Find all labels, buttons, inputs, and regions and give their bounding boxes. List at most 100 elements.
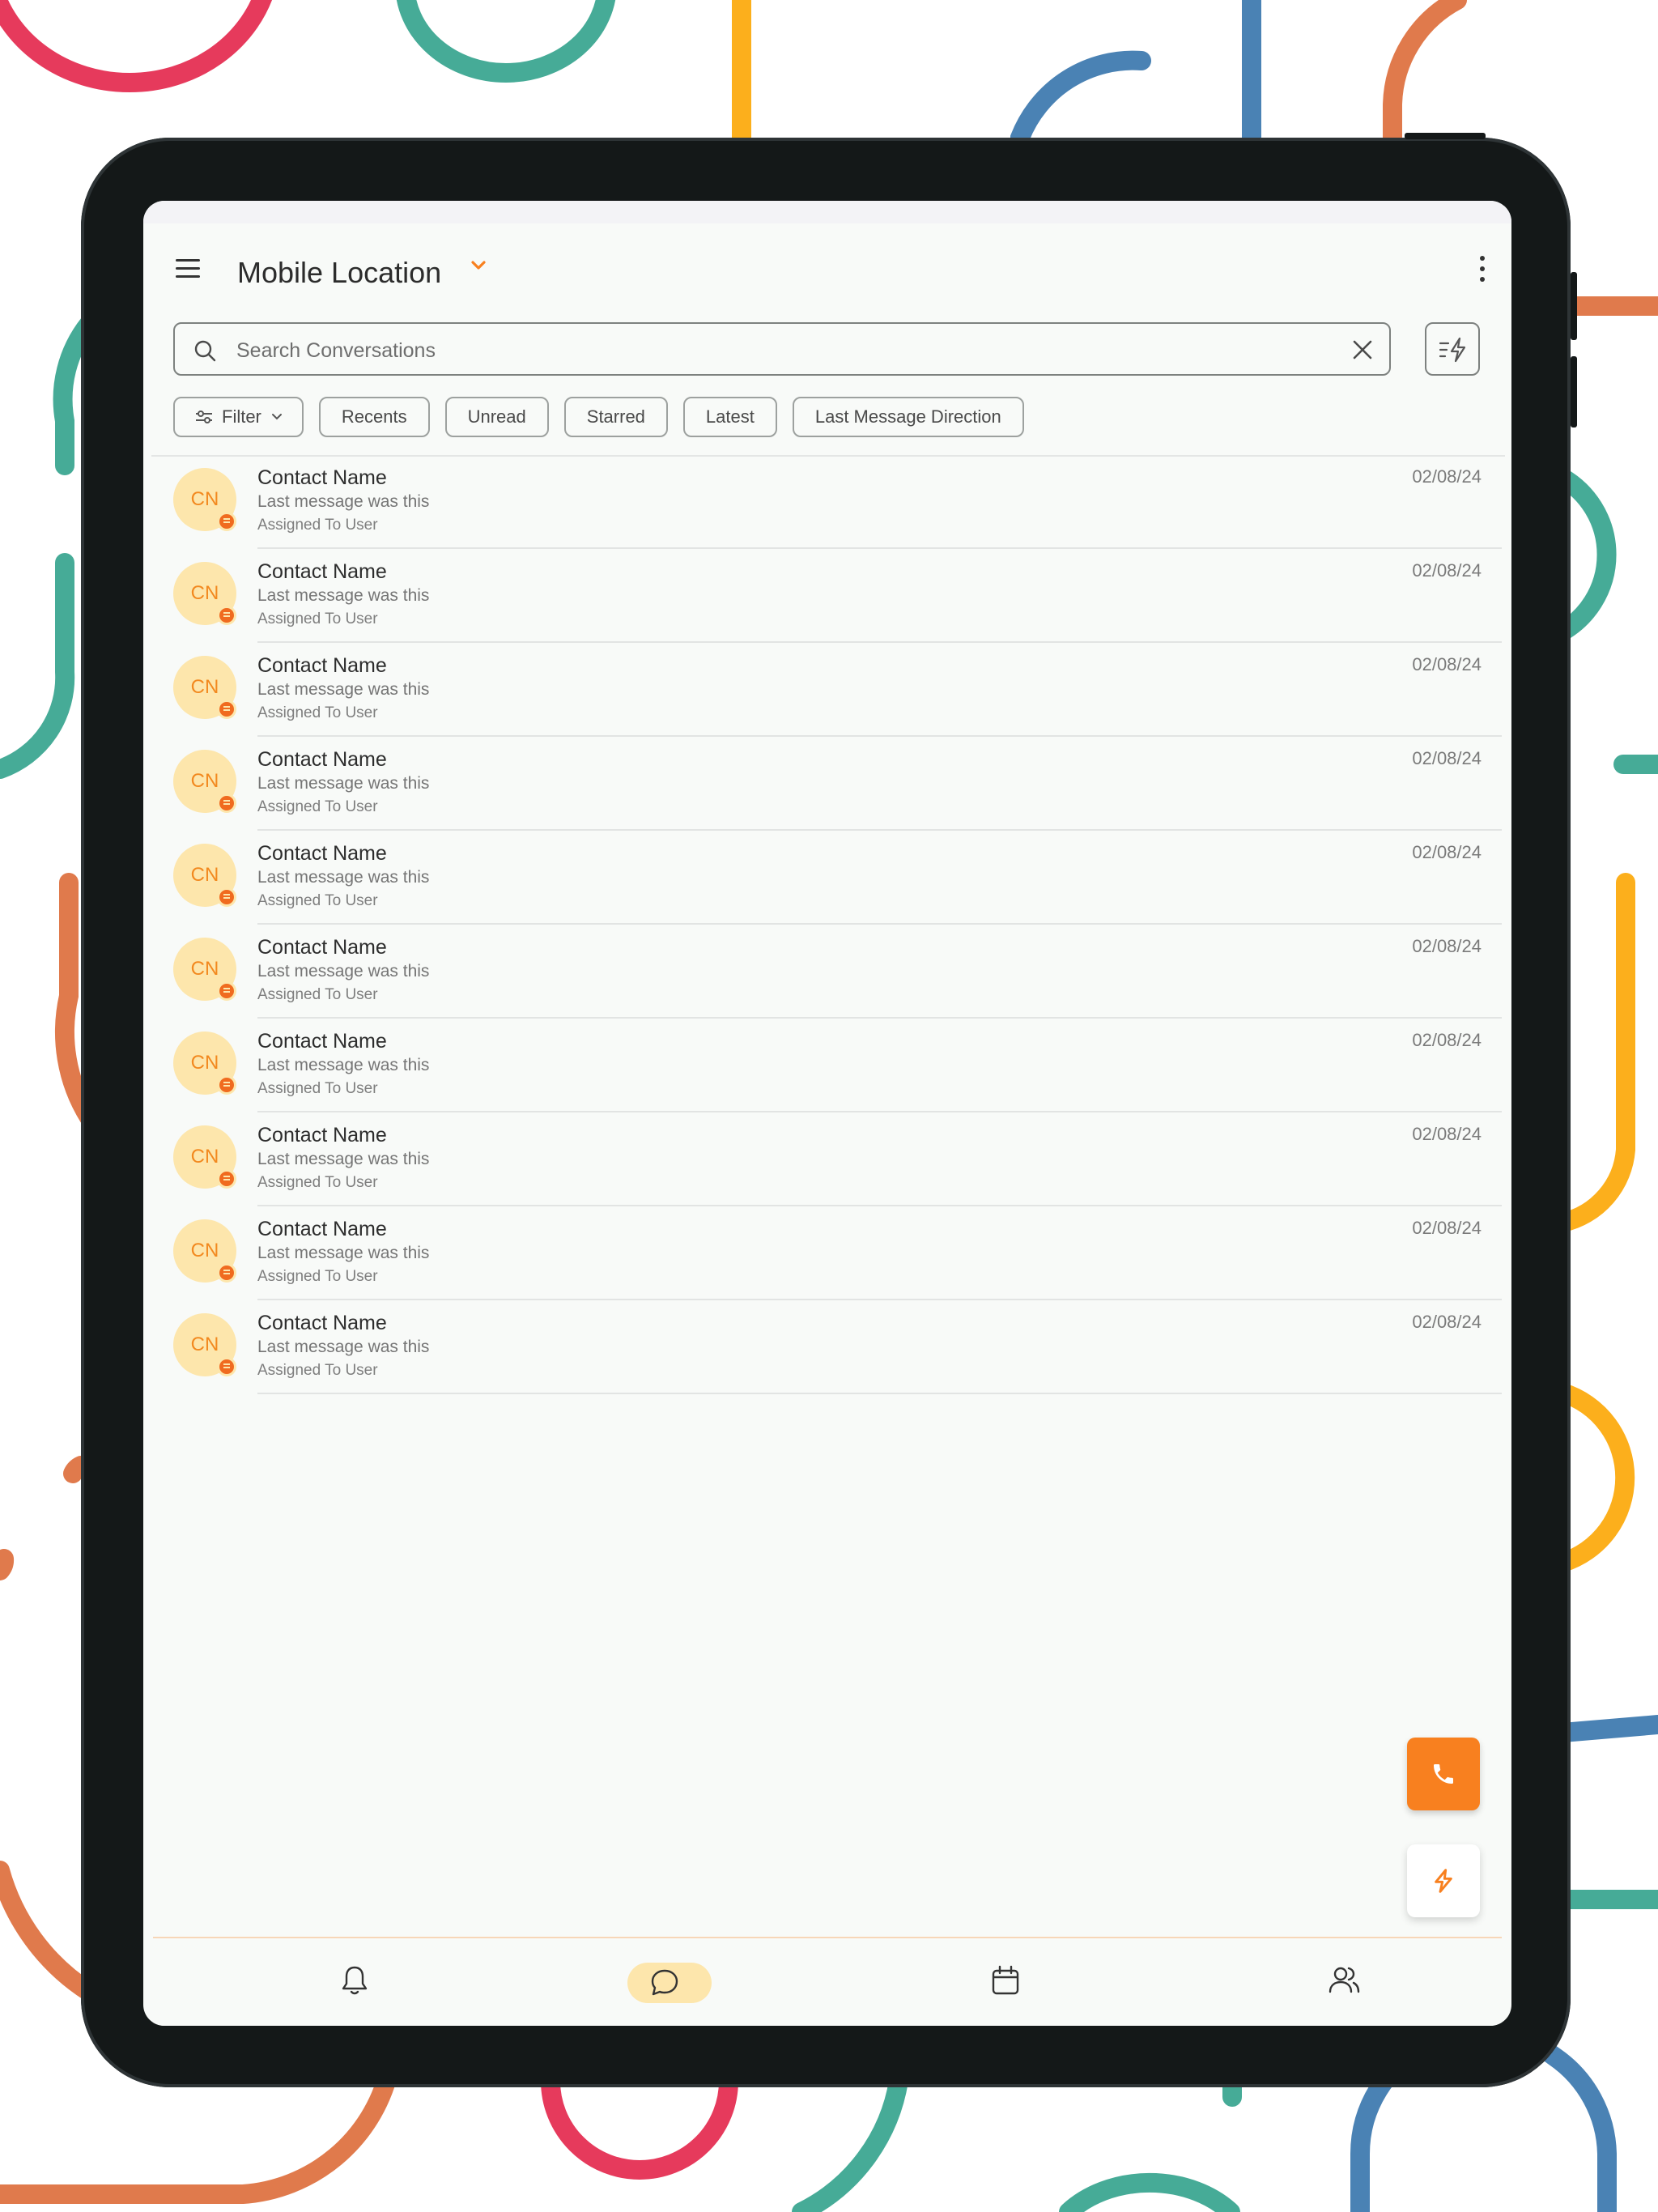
app-screen: Mobile Location Search Conversations Fil… [143,201,1511,2026]
conversation-row[interactable]: CN Contact Name Last message was this As… [143,1206,1511,1300]
channel-badge-icon [217,981,236,1001]
message-date: 02/08/24 [1412,842,1482,862]
contact-name: Contact Name [257,560,387,583]
channel-badge-icon [217,887,236,907]
assigned-user: Assigned To User [257,1362,378,1379]
channel-badge-icon [217,606,236,625]
calendar-icon [992,1965,1019,1995]
message-date: 02/08/24 [1412,654,1482,674]
app-header: Mobile Location [143,223,1511,313]
device-top-button [1405,133,1486,139]
contact-name: Contact Name [257,936,387,959]
channel-badge-icon [217,512,236,531]
contact-name: Contact Name [257,654,387,677]
filter-label: Filter [222,406,261,427]
contact-name: Contact Name [257,1218,387,1240]
search-bar [173,322,1391,376]
last-message: Last message was this [257,1056,430,1074]
assigned-user: Assigned To User [257,892,378,909]
search-icon [194,340,216,362]
bell-icon [342,1966,368,1995]
filter-chips: Filter Recents Unread Starred Latest Las… [173,397,1024,437]
conversation-row[interactable]: CN Contact Name Last message was this As… [143,643,1511,737]
message-date: 02/08/24 [1412,748,1482,768]
last-message: Last message was this [257,492,430,511]
message-date: 02/08/24 [1412,1030,1482,1050]
nav-calendar[interactable] [948,1938,1061,2026]
message-date: 02/08/24 [1412,1312,1482,1332]
more-options-icon[interactable] [1479,256,1486,282]
contact-name: Contact Name [257,842,387,865]
last-message: Last message was this [257,774,430,793]
phone-icon [1434,1764,1453,1784]
assigned-user: Assigned To User [257,1268,378,1285]
channel-badge-icon [217,1357,236,1376]
page-title[interactable]: Mobile Location [237,256,441,290]
row-divider [257,1393,1502,1394]
assigned-user: Assigned To User [257,517,378,534]
contact-name: Contact Name [257,1030,387,1053]
conversation-row[interactable]: CN Contact Name Last message was this As… [143,1112,1511,1206]
bolt-icon [1435,1869,1452,1893]
assigned-user: Assigned To User [257,798,378,815]
assigned-user: Assigned To User [257,986,378,1003]
channel-badge-icon [217,700,236,719]
status-bar [143,201,1511,223]
nav-contacts[interactable] [1285,1938,1398,2026]
contact-name: Contact Name [257,748,387,771]
chip-last-message-direction[interactable]: Last Message Direction [792,397,1024,437]
chevron-down-icon[interactable] [469,256,488,275]
message-date: 02/08/24 [1412,466,1482,487]
last-message: Last message was this [257,868,430,887]
filter-button[interactable]: Filter [173,397,304,437]
sort-bolt-icon [1439,337,1466,363]
assigned-user: Assigned To User [257,1080,378,1097]
call-button[interactable] [1407,1738,1480,1810]
message-date: 02/08/24 [1412,560,1482,581]
quick-actions-button[interactable] [1425,322,1480,376]
sliders-icon [196,410,212,423]
channel-badge-icon [217,793,236,813]
close-icon[interactable] [1350,338,1375,362]
conversation-row[interactable]: CN Contact Name Last message was this As… [143,1300,1511,1394]
assigned-user: Assigned To User [257,610,378,627]
message-date: 02/08/24 [1412,1218,1482,1238]
search-input[interactable] [235,334,1323,368]
conversation-row[interactable]: CN Contact Name Last message was this As… [143,831,1511,925]
menu-icon[interactable] [176,259,200,279]
last-message: Last message was this [257,962,430,981]
chevron-down-icon [271,414,282,420]
last-message: Last message was this [257,1244,430,1262]
assigned-user: Assigned To User [257,1174,378,1191]
device-volume-up [1571,272,1577,340]
nav-notifications[interactable] [298,1938,411,2026]
bottom-navigation [153,1937,1502,2026]
channel-badge-icon [217,1169,236,1189]
conversation-row[interactable]: CN Contact Name Last message was this As… [143,549,1511,643]
users-icon [1329,1967,1360,1993]
device-volume-down [1571,356,1577,428]
last-message: Last message was this [257,1150,430,1168]
assigned-user: Assigned To User [257,704,378,721]
message-date: 02/08/24 [1412,936,1482,956]
chat-bubble-icon [651,1969,678,1996]
contact-name: Contact Name [257,466,387,489]
chip-starred[interactable]: Starred [563,397,668,437]
chip-unread[interactable]: Unread [444,397,549,437]
conversation-row[interactable]: CN Contact Name Last message was this As… [143,737,1511,831]
contact-name: Contact Name [257,1124,387,1146]
last-message: Last message was this [257,1338,430,1356]
chip-latest[interactable]: Latest [682,397,777,437]
conversation-row[interactable]: CN Contact Name Last message was this As… [143,1019,1511,1112]
contact-name: Contact Name [257,1312,387,1334]
nav-conversations[interactable] [608,1938,721,2026]
conversation-row[interactable]: CN Contact Name Last message was this As… [143,455,1511,549]
conversation-list: CN Contact Name Last message was this As… [143,455,1511,1394]
conversation-row[interactable]: CN Contact Name Last message was this As… [143,925,1511,1019]
message-date: 02/08/24 [1412,1124,1482,1144]
channel-badge-icon [217,1263,236,1283]
last-message: Last message was this [257,586,430,605]
channel-badge-icon [217,1075,236,1095]
quick-action-button[interactable] [1407,1844,1480,1917]
chip-recents[interactable]: Recents [318,397,430,437]
